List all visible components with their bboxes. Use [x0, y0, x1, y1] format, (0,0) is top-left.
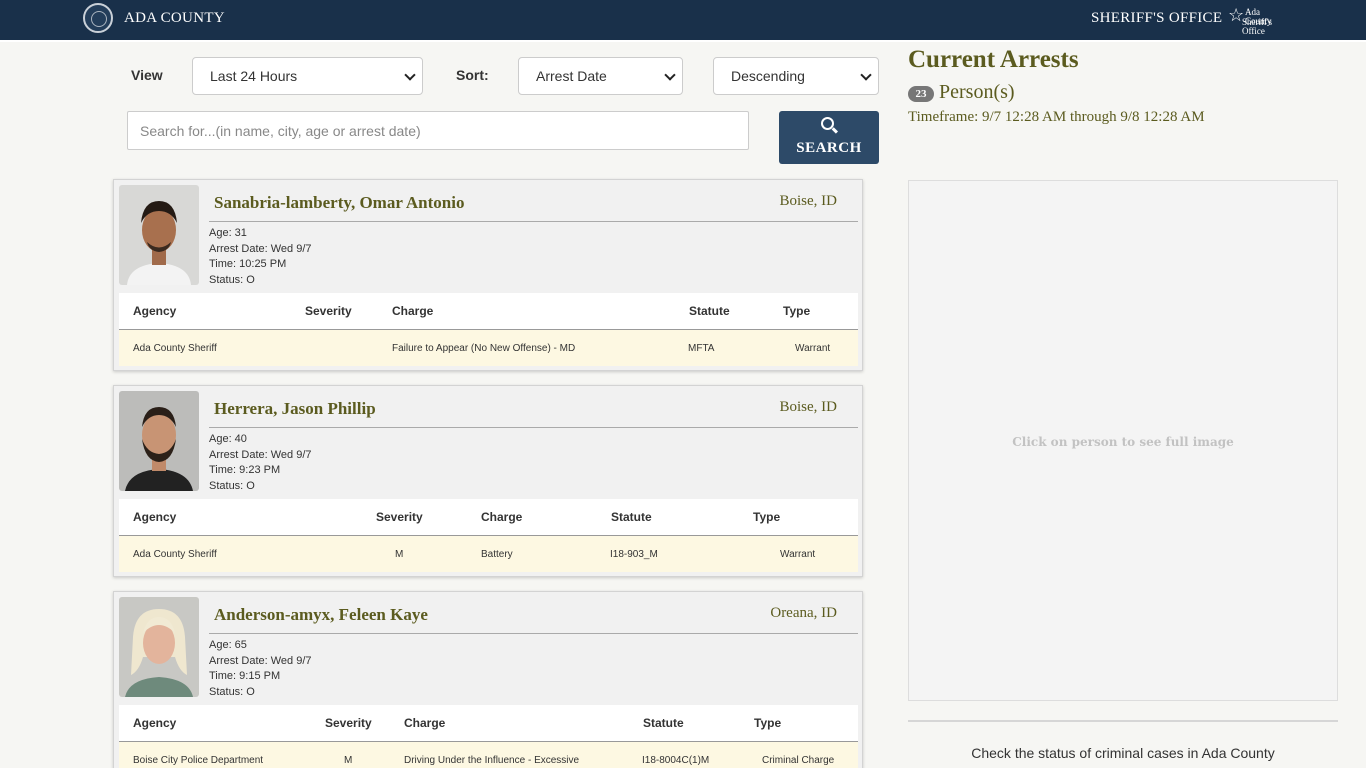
person-name[interactable]: Herrera, Jason Phillip — [214, 399, 376, 419]
col-agency: Agency — [133, 510, 177, 524]
cell-charge: Driving Under the Influence - Excessive — [404, 755, 580, 766]
arrest-card[interactable]: Sanabria-lamberty, Omar Antonio Boise, I… — [113, 179, 863, 371]
arrest-status: Status: O — [209, 686, 255, 699]
county-seal-icon[interactable] — [83, 3, 113, 33]
view-select[interactable]: Last 24 Hours — [192, 57, 423, 95]
cell-type: Criminal Charge — [762, 755, 835, 766]
arrest-card[interactable]: Anderson-amyx, Feleen Kaye Oreana, ID Ag… — [113, 591, 863, 768]
search-input[interactable]: Search for...(in name, city, age or arre… — [127, 111, 749, 150]
col-severity: Severity — [325, 716, 372, 730]
col-statute: Statute — [643, 716, 684, 730]
cell-type: Warrant — [795, 343, 831, 354]
person-name[interactable]: Sanabria-lamberty, Omar Antonio — [214, 193, 464, 213]
county-title[interactable]: ADA COUNTY — [124, 10, 225, 27]
charge-row: Ada County Sheriff M Battery I18-903_M W… — [119, 536, 858, 572]
search-button-label: SEARCH — [796, 140, 862, 156]
full-image-panel: Click on person to see full image — [908, 180, 1338, 701]
cell-statute: MFTA — [688, 343, 715, 354]
chevron-down-icon — [404, 69, 416, 81]
person-city: Oreana, ID — [770, 605, 837, 621]
arrest-time: Time: 9:15 PM — [209, 670, 281, 683]
mugshot-photo[interactable] — [119, 391, 199, 491]
sheriff-star-logo-icon[interactable]: ☆ Ada County Sheriff's Office — [1228, 3, 1286, 36]
arrest-time: Time: 9:23 PM — [209, 464, 281, 477]
col-agency: Agency — [133, 716, 177, 730]
chevron-down-icon — [860, 69, 872, 81]
card-divider — [209, 221, 858, 222]
col-agency: Agency — [133, 304, 177, 318]
col-charge: Charge — [392, 304, 434, 318]
arrest-card[interactable]: Herrera, Jason Phillip Boise, ID Age: 40… — [113, 385, 863, 577]
col-charge: Charge — [404, 716, 446, 730]
cell-charge: Battery — [481, 549, 513, 560]
cell-agency: Ada County Sheriff — [133, 343, 217, 354]
charges-table-header: Agency Severity Charge Statute Type — [119, 293, 858, 330]
sheriff-office-title[interactable]: SHERIFF'S OFFICE — [1091, 10, 1222, 27]
col-charge: Charge — [481, 510, 523, 524]
arrest-time: Time: 10:25 PM — [209, 258, 287, 271]
cell-charge: Failure to Appear (No New Offense) - MD — [392, 343, 576, 354]
view-label: View — [131, 67, 163, 83]
person-age: Age: 40 — [209, 433, 247, 445]
person-count-badge: 23 — [908, 86, 934, 102]
cell-agency: Boise City Police Department — [133, 755, 264, 766]
cell-statute: I18-8004C(1)M — [642, 755, 710, 766]
search-button[interactable]: SEARCH — [779, 111, 879, 164]
col-statute: Statute — [689, 304, 730, 318]
col-statute: Statute — [611, 510, 652, 524]
person-age: Age: 65 — [209, 639, 247, 651]
image-hint: Click on person to see full image — [1012, 435, 1234, 449]
cell-agency: Ada County Sheriff — [133, 549, 217, 560]
person-city: Boise, ID — [779, 399, 838, 415]
criminal-cases-link[interactable]: Check the status of criminal cases in Ad… — [908, 745, 1338, 761]
order-select[interactable]: Descending — [713, 57, 879, 95]
person-count-label: Person(s) — [939, 81, 1015, 103]
order-select-value: Descending — [731, 68, 805, 84]
person-name[interactable]: Anderson-amyx, Feleen Kaye — [214, 605, 428, 625]
charges-table-header: Agency Severity Charge Statute Type — [119, 705, 858, 742]
card-divider — [209, 427, 858, 428]
view-select-value: Last 24 Hours — [210, 68, 298, 84]
current-arrests-title: Current Arrests — [908, 46, 1079, 73]
arrest-date: Arrest Date: Wed 9/7 — [209, 448, 312, 461]
cell-severity: M — [344, 755, 353, 766]
header-divider — [0, 40, 1366, 42]
cell-type: Warrant — [780, 549, 816, 560]
cell-statute: I18-903_M — [610, 549, 658, 560]
col-severity: Severity — [376, 510, 423, 524]
search-icon — [821, 117, 834, 130]
arrest-date: Arrest Date: Wed 9/7 — [209, 654, 312, 667]
person-details: Age: 31 Arrest Date: Wed 9/7 Time: 10:25… — [209, 226, 312, 289]
person-details: Age: 40 Arrest Date: Wed 9/7 Time: 9:23 … — [209, 432, 312, 495]
arrest-status: Status: O — [209, 480, 255, 493]
panel-divider — [908, 720, 1338, 722]
person-city: Boise, ID — [779, 193, 838, 209]
sort-select-value: Arrest Date — [536, 68, 607, 84]
top-bar: ADA COUNTY SHERIFF'S OFFICE ☆ Ada County… — [0, 0, 1366, 40]
person-details: Age: 65 Arrest Date: Wed 9/7 Time: 9:15 … — [209, 638, 312, 701]
chevron-down-icon — [664, 69, 676, 81]
arrest-status: Status: O — [209, 274, 255, 287]
timeframe-text: Timeframe: 9/7 12:28 AM through 9/8 12:2… — [908, 109, 1205, 125]
sort-label: Sort: — [456, 67, 489, 83]
person-age: Age: 31 — [209, 227, 247, 239]
sort-select[interactable]: Arrest Date — [518, 57, 683, 95]
col-type: Type — [753, 510, 781, 524]
card-divider — [209, 633, 858, 634]
col-type: Type — [783, 304, 811, 318]
cell-severity: M — [395, 549, 404, 560]
mugshot-photo[interactable] — [119, 597, 199, 697]
charge-row: Boise City Police Department M Driving U… — [119, 742, 858, 768]
col-severity: Severity — [305, 304, 352, 318]
search-placeholder: Search for...(in name, city, age or arre… — [140, 123, 421, 139]
mugshot-photo[interactable] — [119, 185, 199, 285]
charge-row: Ada County Sheriff Failure to Appear (No… — [119, 330, 858, 366]
col-type: Type — [754, 716, 782, 730]
logo-line-2: Sheriff's Office — [1242, 17, 1272, 36]
charges-table-header: Agency Severity Charge Statute Type — [119, 499, 858, 536]
arrest-date: Arrest Date: Wed 9/7 — [209, 242, 312, 255]
